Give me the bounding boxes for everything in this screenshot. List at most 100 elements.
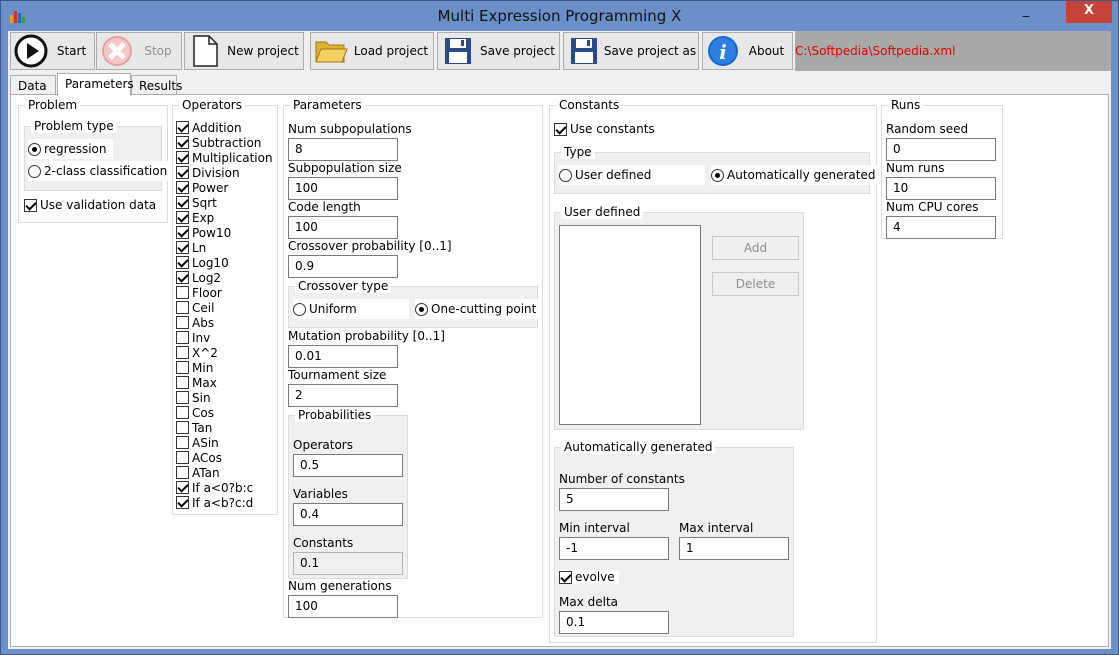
max-delta-input[interactable]: 0.1	[559, 611, 669, 634]
operators-group: Operators Addition Subtraction Multiplicat…	[172, 98, 278, 515]
crossover-type-title: Crossover type	[295, 279, 392, 293]
problem-type-title: Problem type	[31, 119, 117, 133]
operator-checkbox[interactable]: If a<0?b:c	[176, 480, 258, 495]
num-subpop-label: Num subpopulations	[288, 122, 412, 136]
project-path: C:\Softpedia\Softpedia.xml	[795, 44, 956, 58]
operator-checkbox[interactable]: Min	[176, 360, 218, 375]
save-project-button[interactable]: Save project	[437, 32, 560, 70]
close-window-button[interactable]: X	[1066, 1, 1112, 23]
random-seed-input[interactable]: 0	[886, 138, 996, 161]
uniform-radio[interactable]: Uniform	[293, 299, 409, 319]
tab-parameters[interactable]: Parameters	[57, 73, 134, 96]
operators-group-title: Operators	[179, 98, 245, 112]
num-constants-input[interactable]: 5	[559, 488, 669, 511]
use-validation-label: Use validation data	[40, 198, 157, 212]
operator-checkbox[interactable]: Cos	[176, 405, 218, 420]
operator-checkbox[interactable]: Ceil	[176, 300, 219, 315]
operator-label: X^2	[192, 345, 218, 360]
operator-checkbox[interactable]: Max	[176, 375, 221, 390]
operator-label: Sqrt	[192, 195, 217, 210]
checkbox-indicator	[176, 241, 189, 254]
use-constants-label: Use constants	[570, 122, 655, 136]
checkbox-indicator	[176, 301, 189, 314]
operator-checkbox[interactable]: Sin	[176, 390, 215, 405]
new-project-button[interactable]: New project	[184, 32, 304, 70]
num-runs-input[interactable]: 10	[886, 177, 996, 200]
operator-checkbox[interactable]: Exp	[176, 210, 219, 225]
operator-checkbox[interactable]: Floor	[176, 285, 226, 300]
delete-constant-button[interactable]: Delete	[712, 272, 799, 296]
operator-checkbox[interactable]: Subtraction	[176, 135, 266, 150]
auto-generated-label: Automatically generated	[727, 168, 876, 182]
operator-checkbox[interactable]: Power	[176, 180, 233, 195]
checkbox-indicator	[176, 451, 189, 464]
num-subpop-input[interactable]: 8	[288, 138, 398, 161]
minimize-button[interactable]: _	[1012, 1, 1040, 23]
operator-checkbox[interactable]: Addition	[176, 120, 246, 135]
load-project-button[interactable]: Load project	[310, 32, 434, 70]
operator-checkbox[interactable]: Division	[176, 165, 244, 180]
checkbox-indicator	[176, 421, 189, 434]
operator-checkbox[interactable]: Sqrt	[176, 195, 221, 210]
user-defined-radio[interactable]: User defined	[559, 165, 705, 185]
constant-type-title: Type	[561, 145, 595, 159]
svg-text:i: i	[719, 40, 727, 64]
operator-checkbox[interactable]: Tan	[176, 420, 217, 435]
tab-data[interactable]: Data	[10, 75, 56, 95]
operator-checkbox[interactable]: Pow10	[176, 225, 236, 240]
one-cutting-radio[interactable]: One-cutting point	[415, 299, 543, 319]
tab-results[interactable]: Results	[131, 75, 182, 95]
radio-indicator	[293, 302, 306, 316]
max-interval-input[interactable]: 1	[679, 537, 789, 560]
operator-label: Ceil	[192, 300, 215, 315]
operator-checkbox[interactable]: X^2	[176, 345, 222, 360]
evolve-checkbox[interactable]: evolve	[559, 570, 619, 584]
operator-label: Floor	[192, 285, 222, 300]
num-generations-input[interactable]: 100	[288, 595, 398, 618]
prob-operators-input[interactable]: 0.5	[293, 454, 403, 477]
stop-button[interactable]: Stop	[96, 32, 182, 70]
operator-checkbox[interactable]: Inv	[176, 330, 215, 345]
prob-variables-input[interactable]: 0.4	[293, 503, 403, 526]
operator-checkbox[interactable]: Abs	[176, 315, 219, 330]
radio-indicator	[415, 302, 428, 316]
crossover-prob-input[interactable]: 0.9	[288, 255, 398, 278]
runs-group-title: Runs	[888, 98, 924, 112]
operator-checkbox[interactable]: ATan	[176, 465, 224, 480]
runs-group: Runs Random seed 0 Num runs 10 Num CPU c…	[881, 98, 1003, 239]
operator-label: Subtraction	[192, 135, 262, 150]
cpu-cores-input[interactable]: 4	[886, 216, 996, 239]
checkbox-indicator	[176, 286, 189, 299]
operator-label: Cos	[192, 405, 214, 420]
min-interval-input[interactable]: -1	[559, 537, 669, 560]
checkbox-indicator	[176, 436, 189, 449]
random-seed-label: Random seed	[886, 122, 969, 136]
operator-checkbox[interactable]: ASin	[176, 435, 223, 450]
regression-radio[interactable]: regression	[28, 139, 113, 159]
use-constants-checkbox[interactable]: Use constants	[554, 122, 659, 136]
classification-radio[interactable]: 2-class classification	[28, 161, 174, 181]
operator-checkbox[interactable]: Log2	[176, 270, 226, 285]
operator-label: Multiplication	[192, 150, 273, 165]
mutation-prob-input[interactable]: 0.01	[288, 345, 398, 368]
operator-label: ATan	[192, 465, 220, 480]
checkbox-indicator	[176, 496, 189, 509]
operator-checkbox[interactable]: If a<b?c:d	[176, 495, 258, 510]
subpop-size-input[interactable]: 100	[288, 177, 398, 200]
code-length-input[interactable]: 100	[288, 216, 398, 239]
operator-checkbox[interactable]: Ln	[176, 240, 211, 255]
use-validation-checkbox[interactable]: Use validation data	[24, 198, 161, 212]
add-constant-button[interactable]: Add	[712, 236, 799, 260]
save-project-as-button[interactable]: Save project as	[563, 32, 699, 70]
checkbox-indicator	[176, 136, 189, 149]
operator-label: Inv	[192, 330, 211, 345]
operator-checkbox[interactable]: ACos	[176, 450, 226, 465]
start-button[interactable]: Start	[10, 32, 95, 70]
auto-generated-radio[interactable]: Automatically generated	[711, 165, 882, 185]
new-project-label: New project	[227, 44, 299, 58]
tournament-input[interactable]: 2	[288, 384, 398, 407]
operator-checkbox[interactable]: Multiplication	[176, 150, 277, 165]
operator-checkbox[interactable]: Log10	[176, 255, 233, 270]
about-button[interactable]: i About	[702, 32, 793, 70]
user-constants-list[interactable]	[559, 225, 701, 425]
